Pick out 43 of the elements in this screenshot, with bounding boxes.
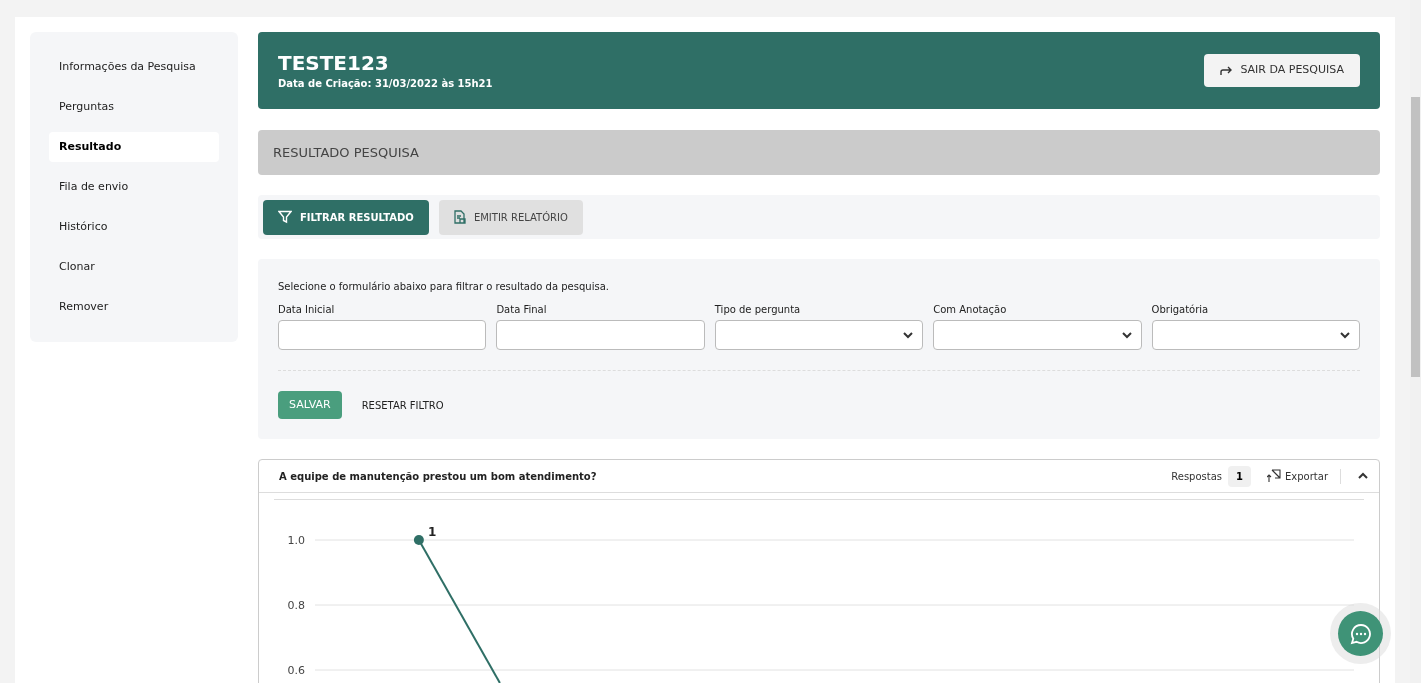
chat-bubble-icon xyxy=(1349,622,1372,645)
question-title: A equipe de manutenção prestou um bom atendimento? xyxy=(279,469,597,484)
sidebar-item[interactable]: Perguntas xyxy=(49,92,219,122)
filter-icon xyxy=(278,210,292,224)
axis-tick-label: 0.6 xyxy=(287,664,305,677)
survey-title: TESTE123 xyxy=(278,50,390,76)
data-point xyxy=(413,535,424,545)
exit-button[interactable]: SAIR DA PESQUISA xyxy=(1204,54,1360,87)
responses-count: 1 xyxy=(1228,465,1251,487)
select-field[interactable] xyxy=(933,320,1142,350)
sidebar-item[interactable]: Informações da Pesquisa xyxy=(49,52,219,82)
input-field[interactable] xyxy=(496,320,705,350)
sidebar-item[interactable]: Clonar xyxy=(49,252,219,282)
field-label: Data Final xyxy=(496,303,548,317)
tab[interactable]: FILTRAR RESULTADO xyxy=(263,199,429,235)
section-title: RESULTADO PESQUISA xyxy=(273,143,419,162)
axis-tick-label: 0.8 xyxy=(287,599,305,612)
sidebar-item[interactable]: Fila de envio xyxy=(49,172,219,202)
forward-arrow-icon xyxy=(1220,65,1233,76)
field-label: Tipo de pergunta xyxy=(714,303,802,317)
sidebar-item[interactable]: Resultado xyxy=(49,132,219,162)
responses-label: Respostas xyxy=(1171,469,1223,484)
select-field[interactable] xyxy=(1151,320,1360,350)
export-button[interactable]: Exportar xyxy=(1267,468,1341,484)
input-field[interactable] xyxy=(278,320,487,350)
axis-tick-label: 1.0 xyxy=(287,534,305,547)
chevron-down-icon xyxy=(1339,329,1351,341)
tab[interactable]: EMITIR RELATÓRIO xyxy=(438,199,583,235)
document-icon xyxy=(453,210,466,224)
scrollbar-thumb[interactable] xyxy=(1411,97,1420,377)
export-icon xyxy=(1267,469,1281,483)
chevron-down-icon xyxy=(1120,329,1133,341)
field-label: Data Inicial xyxy=(278,303,336,317)
select-field[interactable] xyxy=(714,320,924,350)
sidebar-item[interactable]: Histórico xyxy=(49,212,219,242)
filter-hint: Selecione o formulário abaixo para filtrar o resultado da pesquisa. xyxy=(278,280,610,294)
field-label: Obrigatória xyxy=(1151,303,1210,317)
data-label: 1 xyxy=(427,525,437,539)
chevron-down-icon xyxy=(902,329,915,341)
creation-date: Data de Criação: 31/03/2022 às 15h21 xyxy=(278,77,493,91)
field-label: Com Anotação xyxy=(933,303,1008,317)
reset-filter-button[interactable]: RESETAR FILTRO xyxy=(361,397,444,413)
sidebar-item[interactable]: Remover xyxy=(49,292,219,322)
